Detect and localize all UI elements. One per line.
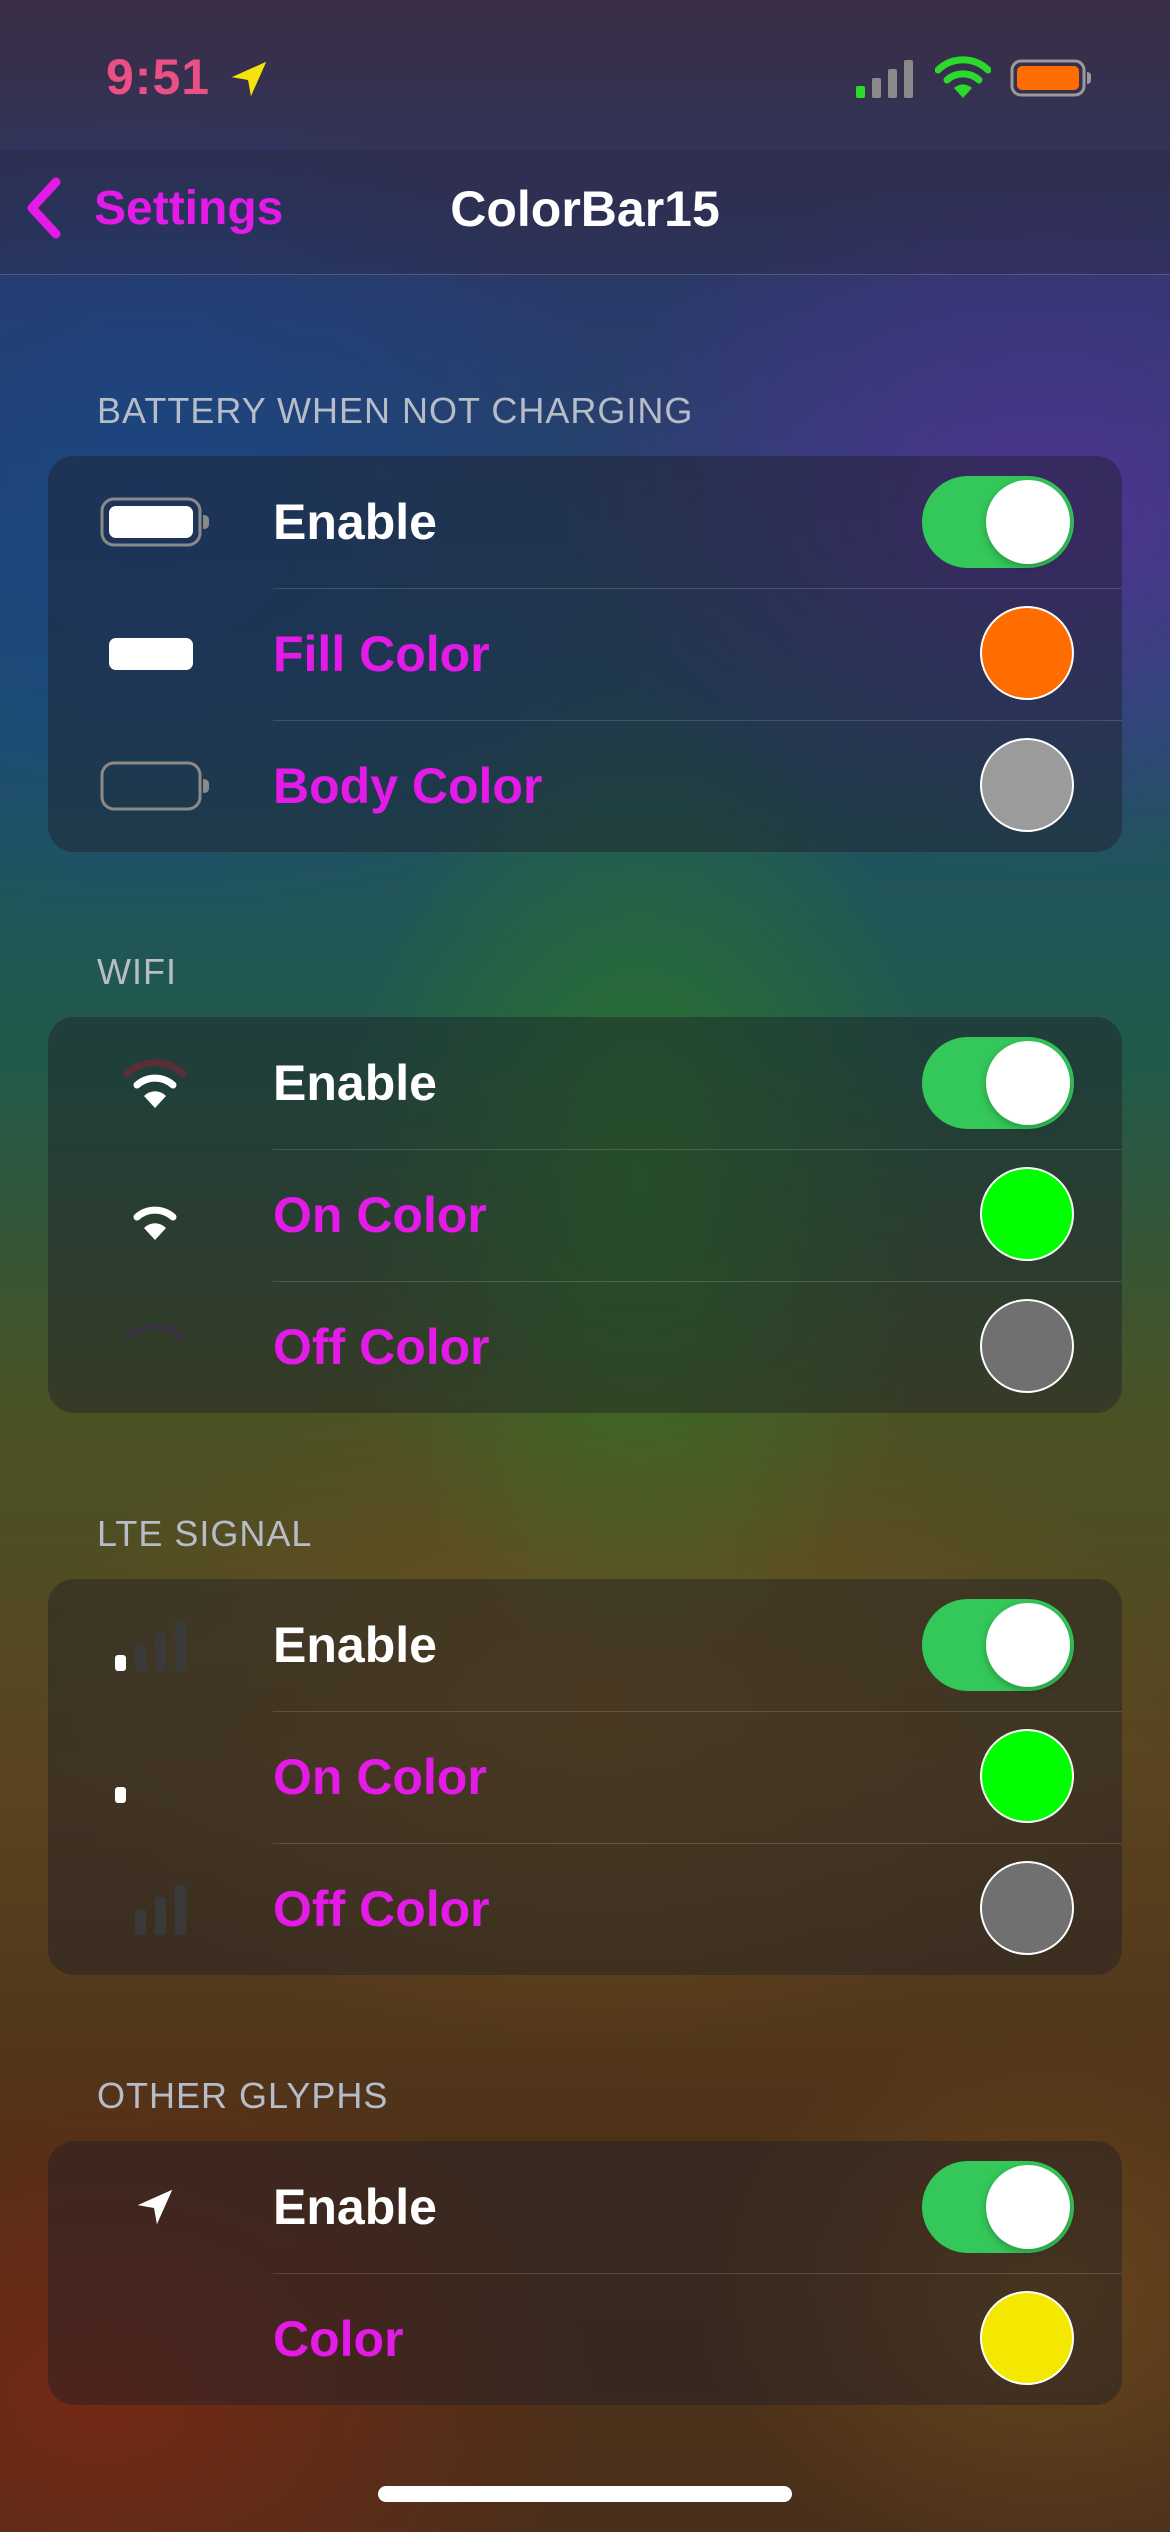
lte-off-color-swatch[interactable]: [980, 1861, 1074, 1955]
battery-enable-label: Enable: [273, 494, 437, 550]
home-indicator: [378, 2486, 792, 2502]
glyphs-enable-row: Enable: [48, 2141, 1122, 2273]
wifi-off-color-row[interactable]: Off Color: [48, 1281, 1122, 1413]
wifi-on-icon: [98, 1149, 212, 1281]
lte-enable-label: Enable: [273, 1617, 437, 1673]
wifi-off-color-swatch[interactable]: [980, 1299, 1074, 1393]
glyphs-enable-label: Enable: [273, 2179, 437, 2235]
cellular-signal-icon: [856, 60, 913, 98]
battery-fill-color-swatch[interactable]: [980, 606, 1074, 700]
lte-signal-settings-group: Enable On Color Off Color: [48, 1579, 1122, 1975]
wifi-enable-toggle[interactable]: [922, 1037, 1074, 1129]
glyphs-enable-toggle[interactable]: [922, 2161, 1074, 2253]
wifi-on-color-swatch[interactable]: [980, 1167, 1074, 1261]
wifi-on-color-label: On Color: [273, 1187, 487, 1243]
status-time: 9:51: [106, 49, 211, 105]
wifi-settings-group: Enable On Color Off Color: [48, 1017, 1122, 1413]
battery-icon: [1010, 59, 1091, 97]
lte-on-color-label: On Color: [273, 1749, 487, 1805]
lte-off-color-label: Off Color: [273, 1881, 490, 1937]
battery-body-icon: [98, 720, 212, 852]
battery-enable-row: Enable: [48, 456, 1122, 588]
battery-fill-icon: [98, 588, 212, 720]
wifi-enable-label: Enable: [273, 1055, 437, 1111]
glyphs-color-label: Color: [273, 2311, 404, 2367]
glyphs-color-row[interactable]: Color: [48, 2273, 1122, 2405]
section-header-wifi: WIFI: [97, 951, 177, 992]
page-title: ColorBar15: [450, 181, 720, 237]
lte-on-color-row[interactable]: On Color: [48, 1711, 1122, 1843]
wifi-icon: [935, 56, 991, 98]
battery-body-color-swatch[interactable]: [980, 738, 1074, 832]
battery-body-color-label: Body Color: [273, 758, 543, 814]
toggle-knob: [986, 1041, 1070, 1125]
glyphs-color-swatch[interactable]: [980, 2291, 1074, 2385]
status-bar: 9:51: [0, 0, 1170, 150]
location-arrow-icon: [98, 2141, 212, 2273]
lte-enable-toggle[interactable]: [922, 1599, 1074, 1691]
other-glyphs-settings-group: Enable Color: [48, 2141, 1122, 2405]
lte-on-color-swatch[interactable]: [980, 1729, 1074, 1823]
toggle-knob: [986, 1603, 1070, 1687]
battery-fill-color-label: Fill Color: [273, 626, 490, 682]
wifi-icon: [98, 1017, 212, 1149]
battery-full-icon: [98, 456, 212, 588]
section-header-other-glyphs: OTHER GLYPHS: [97, 2075, 389, 2116]
wifi-off-icon: [98, 1281, 212, 1413]
signal-bars-icon: [98, 1579, 212, 1711]
signal-on-icon: [98, 1711, 212, 1843]
battery-fill-color-row[interactable]: Fill Color: [48, 588, 1122, 720]
battery-enable-toggle[interactable]: [922, 476, 1074, 568]
lte-off-color-row[interactable]: Off Color: [48, 1843, 1122, 1975]
navigation-bar: Settings ColorBar15: [0, 150, 1170, 275]
battery-body-color-row[interactable]: Body Color: [48, 720, 1122, 852]
location-arrow-icon: [231, 61, 267, 97]
wifi-off-color-label: Off Color: [273, 1319, 490, 1375]
signal-off-icon: [98, 1843, 212, 1975]
section-header-battery: BATTERY WHEN NOT CHARGING: [97, 390, 694, 431]
toggle-knob: [986, 480, 1070, 564]
battery-settings-group: Enable Fill Color Body Color: [48, 456, 1122, 852]
wifi-on-color-row[interactable]: On Color: [48, 1149, 1122, 1281]
section-header-lte-signal: LTE SIGNAL: [97, 1513, 313, 1554]
lte-enable-row: Enable: [48, 1579, 1122, 1711]
wifi-enable-row: Enable: [48, 1017, 1122, 1149]
toggle-knob: [986, 2165, 1070, 2249]
